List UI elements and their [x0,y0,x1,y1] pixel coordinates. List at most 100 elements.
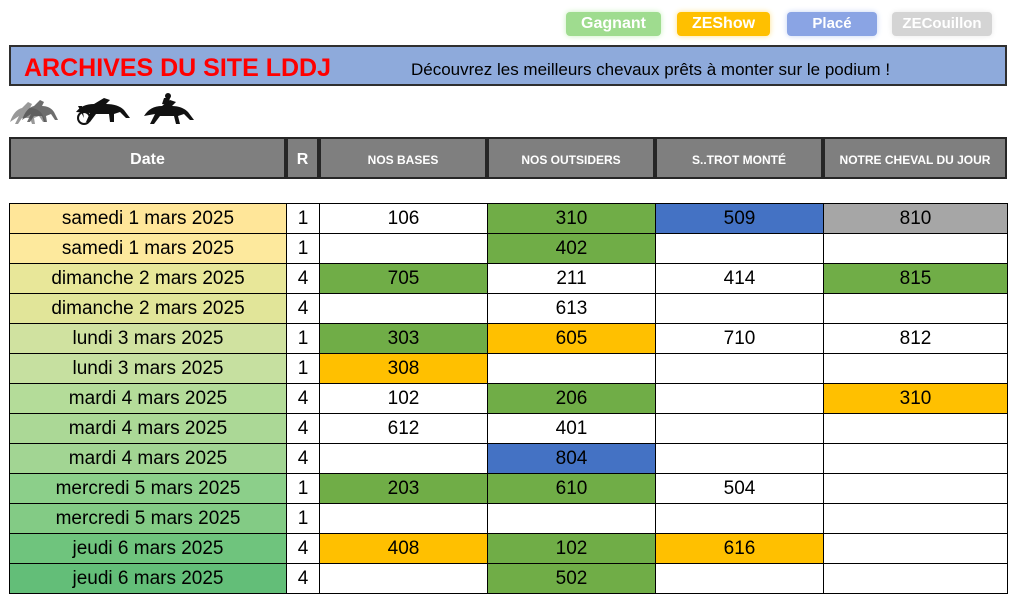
table-row: samedi 1 mars 2025 1 106 310 509 810 [9,203,1008,234]
outsiders-cell: 310 [487,203,656,234]
r-cell: 4 [286,563,320,594]
table-row: jeudi 6 mars 2025 4 502 [9,563,1008,594]
cheval-cell [823,293,1008,324]
r-cell: 1 [286,503,320,534]
outsiders-cell: 605 [487,323,656,354]
date-cell: dimanche 2 mars 2025 [9,293,287,324]
bases-cell: 102 [319,383,488,414]
header-date: Date [9,137,286,179]
cheval-cell [823,473,1008,504]
cheval-cell [823,413,1008,444]
cheval-cell [823,563,1008,594]
page-subtitle: Découvrez les meilleurs chevaux prêts à … [411,60,891,79]
outsiders-cell: 211 [487,263,656,294]
trot-cell [655,563,824,594]
bases-cell: 705 [319,263,488,294]
site-banner: ARCHIVES DU SITE LDDJ Découvrez les meil… [9,45,1007,86]
cheval-cell: 310 [823,383,1008,414]
date-cell: jeudi 6 mars 2025 [9,533,287,564]
outsiders-cell: 804 [487,443,656,474]
table-row: mardi 4 mars 2025 4 612 401 [9,413,1008,444]
table-row: lundi 3 mars 2025 1 303 605 710 812 [9,323,1008,354]
date-cell: samedi 1 mars 2025 [9,233,287,264]
outsiders-cell: 102 [487,533,656,564]
trot-cell [655,383,824,414]
outsiders-cell: 401 [487,413,656,444]
table-row: mardi 4 mars 2025 4 102 206 310 [9,383,1008,414]
outsiders-cell: 206 [487,383,656,414]
date-cell: lundi 3 mars 2025 [9,353,287,384]
archives-table: samedi 1 mars 2025 1 106 310 509 810 samedi 1 … [9,203,1008,594]
date-cell: mardi 4 mars 2025 [9,413,287,444]
r-cell: 1 [286,353,320,384]
table-row: samedi 1 mars 2025 1 402 [9,233,1008,264]
bases-cell: 106 [319,203,488,234]
trot-cell [655,353,824,384]
date-cell: samedi 1 mars 2025 [9,203,287,234]
bases-cell: 612 [319,413,488,444]
header-trot-monte: S..TROT MONTÉ [655,137,823,179]
bases-cell [319,293,488,324]
header-r: R [286,137,319,179]
cheval-cell [823,533,1008,564]
trot-cell: 710 [655,323,824,354]
page-title: ARCHIVES DU SITE LDDJ [24,54,331,82]
bases-cell: 203 [319,473,488,504]
r-cell: 4 [286,293,320,324]
date-cell: lundi 3 mars 2025 [9,323,287,354]
trot-cell: 616 [655,533,824,564]
cheval-cell [823,443,1008,474]
bases-cell: 303 [319,323,488,354]
r-cell: 4 [286,383,320,414]
trot-cell [655,293,824,324]
r-cell: 1 [286,233,320,264]
bases-cell [319,233,488,264]
trot-cell: 509 [655,203,824,234]
legend-zecouillon: ZECouillon [892,12,992,36]
outsiders-cell: 502 [487,563,656,594]
table-row: mercredi 5 mars 2025 1 [9,503,1008,534]
date-cell: dimanche 2 mars 2025 [9,263,287,294]
table-row: dimanche 2 mars 2025 4 705 211 414 815 [9,263,1008,294]
r-cell: 1 [286,323,320,354]
date-cell: mercredi 5 mars 2025 [9,473,287,504]
trot-cell: 504 [655,473,824,504]
horse-icons [10,93,194,125]
date-cell: jeudi 6 mars 2025 [9,563,287,594]
bases-cell [319,503,488,534]
table-row: mardi 4 mars 2025 4 804 [9,443,1008,474]
table-row: dimanche 2 mars 2025 4 613 [9,293,1008,324]
bases-cell: 308 [319,353,488,384]
date-cell: mercredi 5 mars 2025 [9,503,287,534]
legend-gagnant: Gagnant [566,12,661,36]
outsiders-cell: 402 [487,233,656,264]
trotter-sulky-icon [76,98,130,125]
outsiders-cell: 613 [487,293,656,324]
r-cell: 4 [286,263,320,294]
galloping-horses-icon [10,100,58,124]
trot-cell [655,503,824,534]
r-cell: 4 [286,533,320,564]
outsiders-cell [487,503,656,534]
date-cell: mardi 4 mars 2025 [9,383,287,414]
trot-cell [655,413,824,444]
cheval-cell [823,233,1008,264]
header-nos-outsiders: NOS OUTSIDERS [487,137,655,179]
cheval-cell: 810 [823,203,1008,234]
header-nos-bases: NOS BASES [319,137,487,179]
bases-cell [319,443,488,474]
table-row: mercredi 5 mars 2025 1 203 610 504 [9,473,1008,504]
outsiders-cell: 610 [487,473,656,504]
legend-place: Placé [787,12,877,36]
cheval-cell: 815 [823,263,1008,294]
cheval-cell [823,503,1008,534]
r-cell: 4 [286,413,320,444]
cheval-cell: 812 [823,323,1008,354]
cheval-cell [823,353,1008,384]
header-cheval-du-jour: NOTRE CHEVAL DU JOUR [823,137,1007,179]
trot-cell: 414 [655,263,824,294]
bases-cell: 408 [319,533,488,564]
date-cell: mardi 4 mars 2025 [9,443,287,474]
r-cell: 1 [286,473,320,504]
trot-cell [655,233,824,264]
